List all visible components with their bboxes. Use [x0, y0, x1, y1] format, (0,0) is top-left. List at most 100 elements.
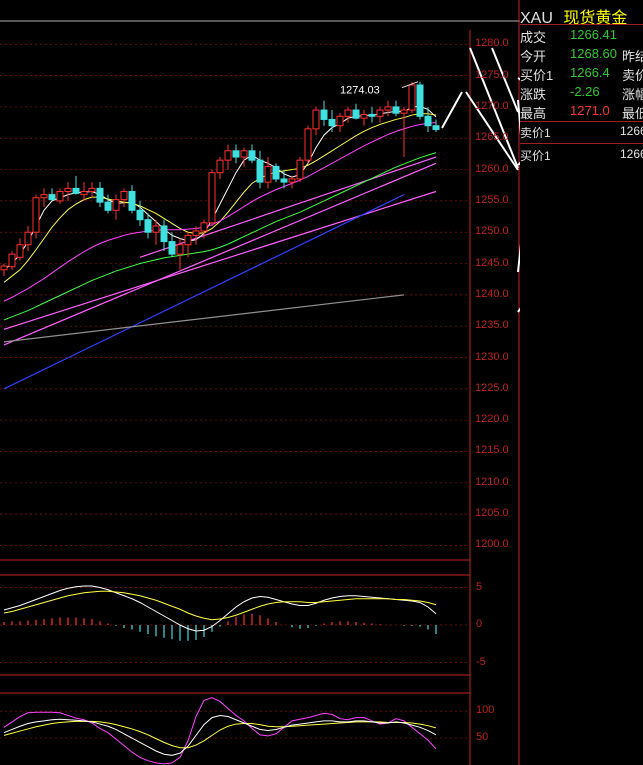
macd-dif-line: [3, 585, 437, 632]
quote-separator: [520, 121, 643, 122]
candle-body: [144, 219, 152, 233]
price-tick-label: 1235.0: [475, 319, 509, 332]
kdj-panel: [0, 697, 470, 765]
row-value: 1266.4: [570, 65, 610, 80]
candle-body: [200, 222, 208, 232]
price-tick-label: 1200.0: [475, 538, 509, 551]
price-tick-label: 1210.0: [475, 475, 509, 488]
quote-separator: [520, 24, 643, 25]
candle-body: [288, 178, 296, 183]
trend-line: [139, 156, 437, 258]
candle-body: [296, 159, 304, 180]
macd-dea-line: [3, 590, 437, 621]
price-tick-label: 1255.0: [475, 193, 509, 206]
candle-body: [112, 199, 120, 211]
quote-row-change: 涨跌 -2.26 涨幅: [520, 84, 643, 103]
price-tick-label: 1275.0: [475, 68, 509, 81]
candle-body: [104, 201, 112, 211]
candle-body: [352, 109, 360, 119]
candle-body: [416, 84, 424, 117]
candle-body: [24, 231, 32, 246]
quote-separator: [520, 143, 643, 144]
candle-body: [216, 159, 224, 174]
row-value: 1266: [620, 147, 643, 161]
row-value: 1271.0: [570, 103, 610, 118]
row-label: 成交: [520, 30, 547, 45]
row-label: 今开: [520, 49, 547, 64]
candle-body: [88, 187, 96, 192]
quote-row-bid: 买价1 1266.4 卖价: [520, 65, 643, 84]
quote-row-trade: 成交 1266.41: [520, 27, 643, 46]
candle-body: [160, 225, 168, 243]
candle-body: [16, 244, 24, 258]
candle-body: [192, 230, 200, 236]
candle-body: [64, 187, 72, 192]
price-tick-label: 1225.0: [475, 381, 509, 394]
candle-body: [128, 190, 136, 211]
candle-body: [432, 125, 440, 130]
row-label: 买价1: [520, 149, 551, 163]
candle-body: [392, 106, 400, 114]
price-tick-label: 1265.0: [475, 131, 509, 144]
candle-body: [32, 197, 40, 233]
candle-body: [80, 190, 88, 196]
row-extra: 最低: [622, 106, 643, 121]
price-tick-label: 1215.0: [475, 444, 509, 457]
row-label: 涨跌: [520, 87, 547, 102]
row-label: 最高: [520, 106, 547, 121]
price-tick-label: 1280.0: [475, 37, 509, 50]
candle-body: [272, 165, 280, 180]
candle-body: [400, 109, 408, 114]
candle-body: [280, 178, 288, 183]
price-tick-label: 1230.0: [475, 350, 509, 363]
candle-body: [8, 253, 16, 268]
ma-line: [3, 113, 437, 283]
candle-body: [120, 190, 128, 201]
kdj-j-line: [3, 697, 437, 765]
row-extra: 涨幅: [622, 87, 643, 102]
candle-body: [184, 234, 192, 246]
macd-tick-label: 0: [476, 618, 483, 630]
row-value: 1266: [620, 124, 643, 138]
price-tick-label: 1205.0: [475, 507, 509, 520]
price-tick-label: 1245.0: [475, 256, 509, 269]
row-extra: 昨结: [622, 49, 643, 64]
candle-body: [40, 194, 48, 199]
candle-body: [368, 113, 376, 117]
candle-body: [312, 109, 320, 130]
candle-body: [376, 109, 384, 117]
high-annotation: 1274.03: [340, 85, 380, 97]
row-value: 1266.41: [570, 27, 617, 42]
candle-body: [176, 244, 184, 255]
candle-body: [344, 109, 352, 117]
candle-body: [384, 106, 392, 111]
candle-body: [240, 150, 248, 158]
kdj-d-line: [3, 720, 437, 749]
row-label: 卖价1: [520, 126, 551, 140]
price-tick-label: 1250.0: [475, 225, 509, 238]
macd-tick-label: -5: [476, 655, 486, 668]
price-tick-label: 1270.0: [475, 99, 509, 112]
price-tick-label: 1240.0: [475, 287, 509, 300]
row-extra: 卖价: [622, 68, 643, 83]
row-value: -2.26: [570, 84, 600, 99]
quote-panel: XAU 现货黄金 成交 1266.41 今开 1268.60 昨结 买价1 12…: [520, 0, 643, 765]
candle-body: [408, 84, 416, 111]
candle-body: [168, 241, 176, 255]
candle-body: [96, 187, 104, 203]
candle-body: [232, 150, 240, 158]
trend-line: [3, 190, 437, 330]
candle-body: [328, 118, 336, 127]
main-grid: [0, 0, 520, 765]
candle-body: [264, 165, 272, 183]
kdj-tick-label: 100: [476, 704, 495, 717]
candle-body: [0, 265, 8, 271]
candle-body: [208, 172, 216, 224]
candle-body: [48, 194, 56, 201]
candle-body: [320, 109, 328, 120]
candle-body: [72, 187, 80, 194]
macd-tick-label: 5: [476, 580, 483, 593]
candle-body: [56, 190, 64, 202]
candle-body: [336, 115, 344, 127]
candle-body: [360, 113, 368, 119]
